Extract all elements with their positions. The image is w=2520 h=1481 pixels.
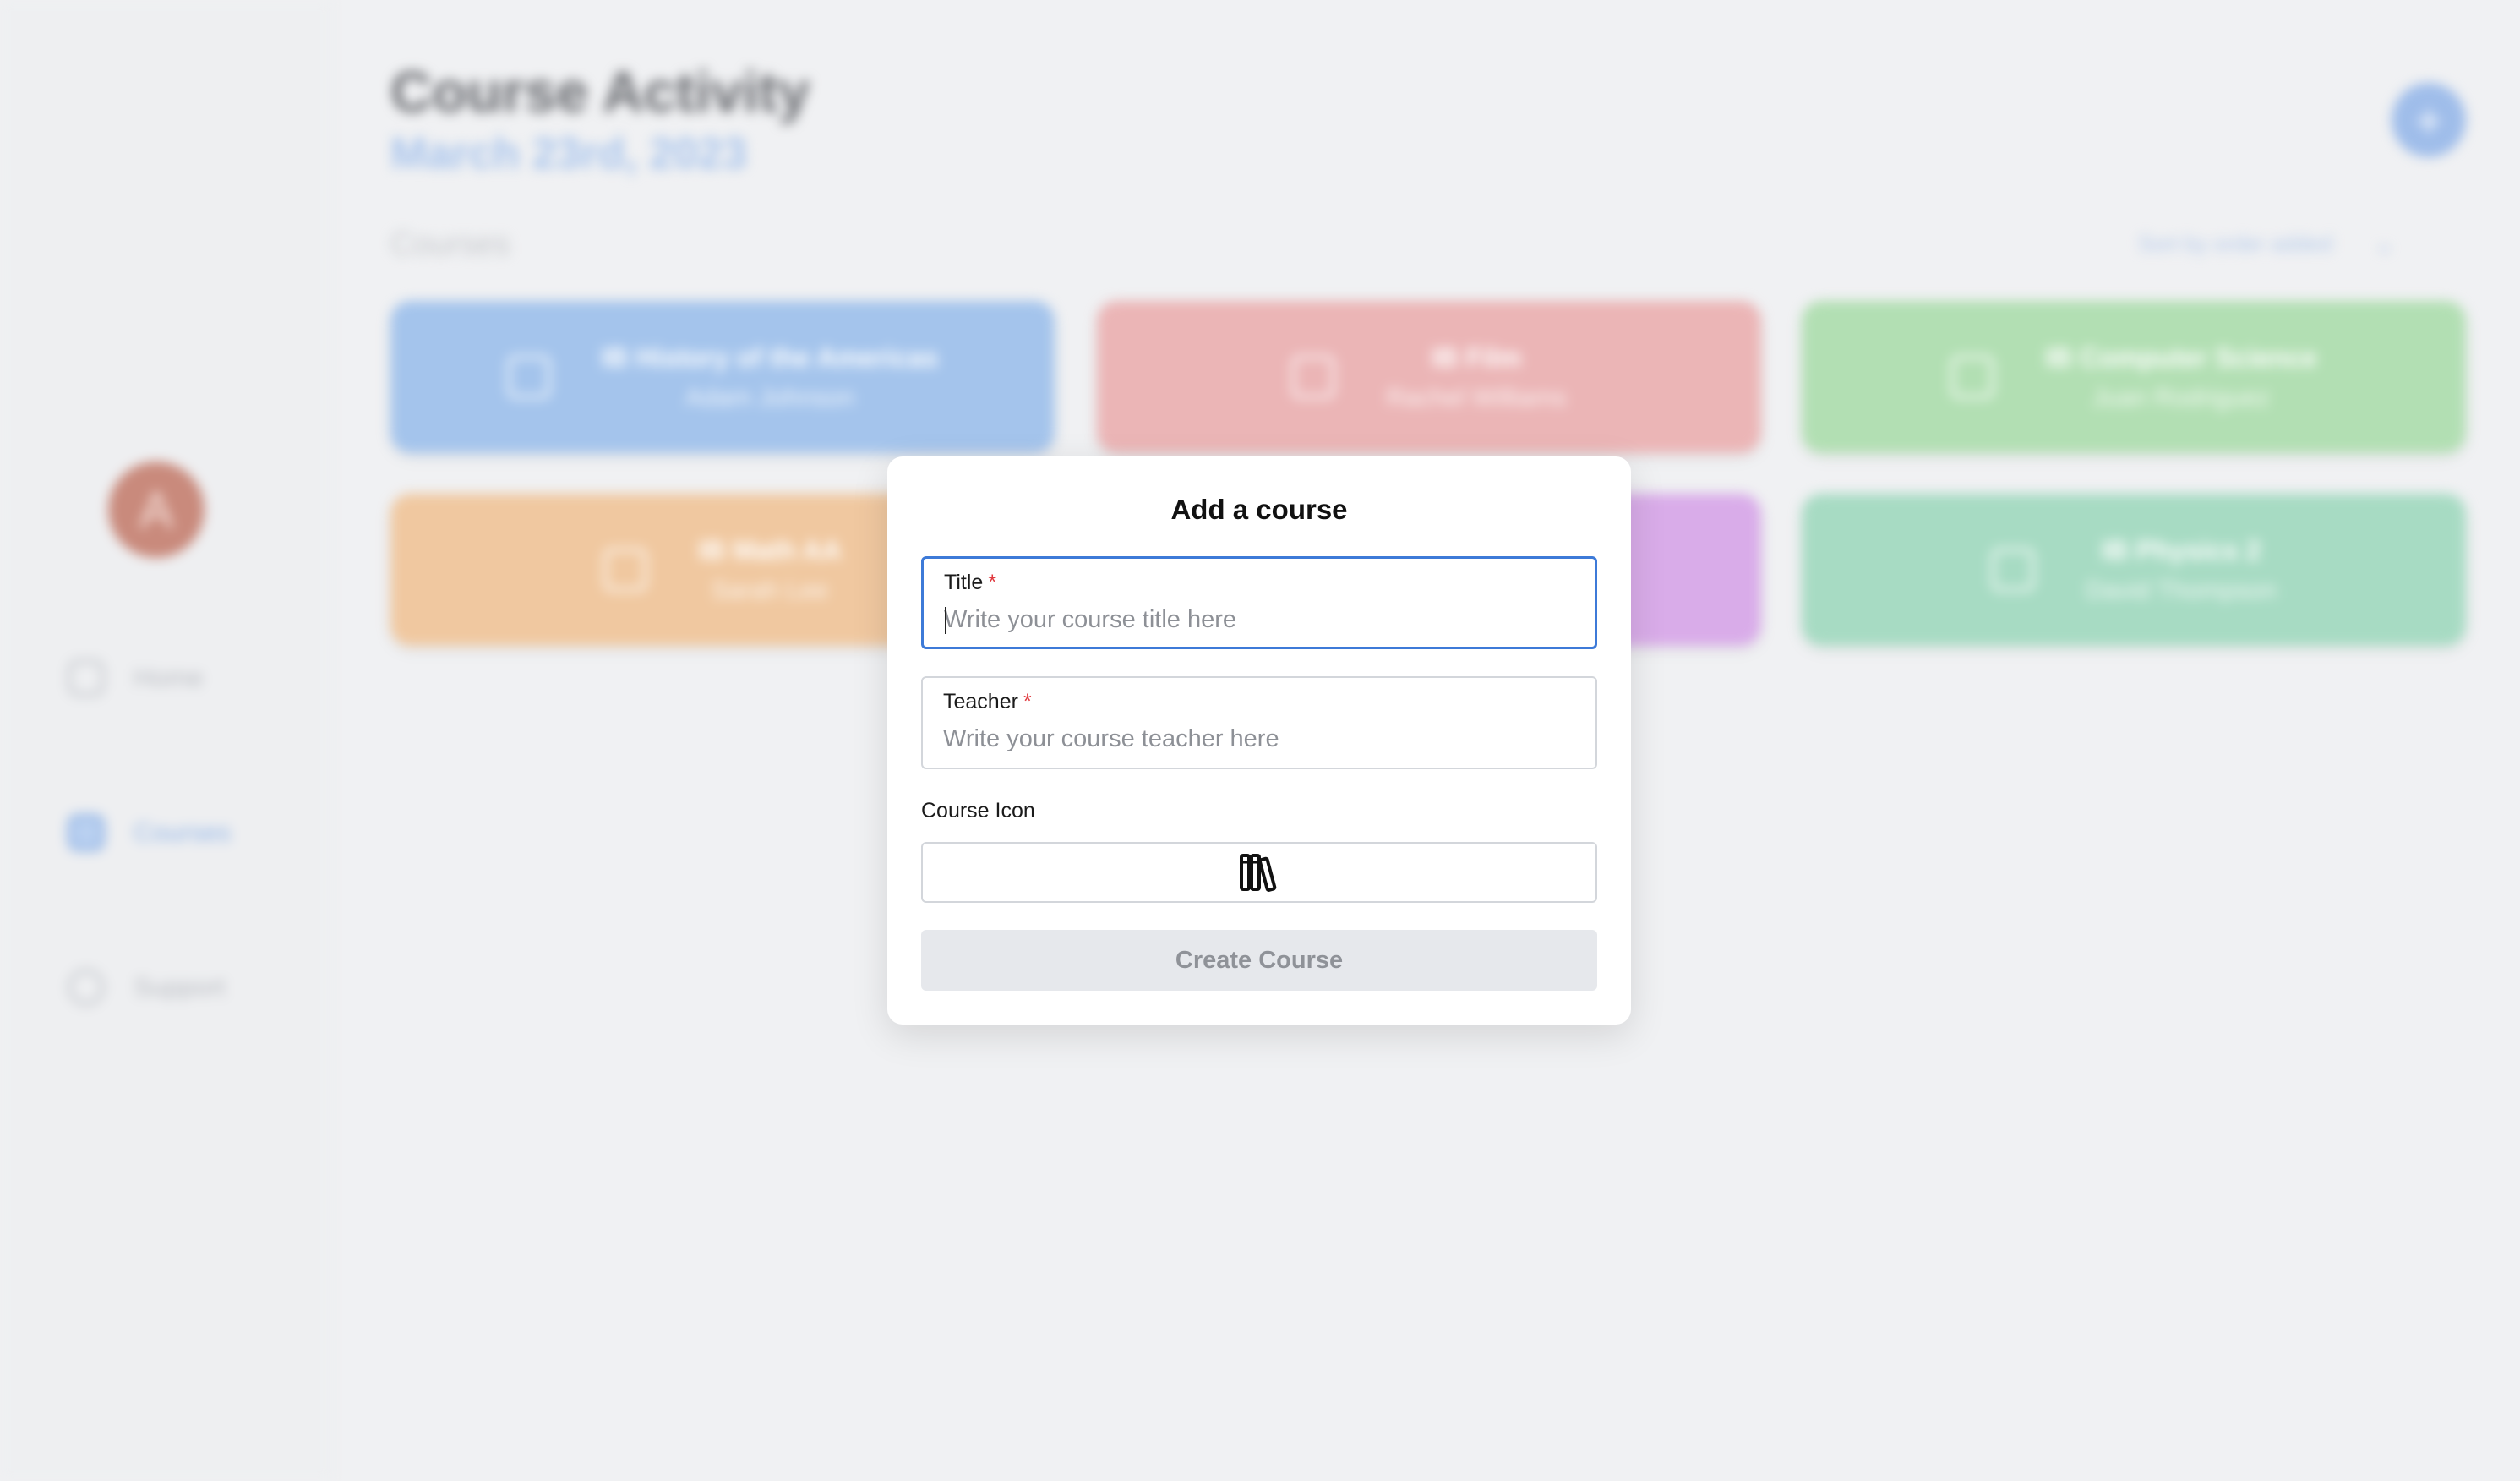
course-name: IB Physics 2 — [2101, 534, 2261, 566]
home-icon — [68, 659, 105, 697]
required-mark: * — [1023, 690, 1032, 713]
course-name: IB Math AA — [698, 534, 842, 566]
course-card-text: IB Computer Science Juan Rodriguez — [2045, 342, 2317, 413]
text-caret — [945, 607, 946, 634]
film-icon — [1291, 355, 1336, 399]
books-icon — [1240, 854, 1277, 892]
courses-section-label: Courses — [390, 227, 510, 262]
math-icon — [603, 548, 648, 592]
sidebar-item-courses[interactable]: Courses — [68, 807, 231, 858]
course-teacher: Rachel Williams — [1386, 383, 1567, 412]
course-teacher: Adam Johnson — [685, 383, 855, 412]
add-course-modal: Add a course Title* Teacher* Course Icon… — [887, 456, 1631, 1025]
calendar-icon — [1990, 548, 2035, 592]
title-field[interactable]: Title * — [921, 556, 1597, 649]
course-teacher: David Thompson — [2085, 576, 2277, 604]
image-icon — [506, 355, 551, 399]
chat-icon — [68, 969, 105, 1006]
sidebar-item-label: Courses — [134, 817, 232, 847]
course-card[interactable]: IB History of the Americas Adam Johnson — [390, 301, 1055, 453]
title-field-label: Title * — [944, 571, 996, 595]
course-icon-picker[interactable] — [921, 842, 1597, 903]
course-icon-label: Course Icon — [921, 799, 1035, 822]
title-label-text: Title — [944, 571, 984, 594]
computer-icon — [1950, 355, 1995, 399]
course-teacher: Juan Rodriguez — [2092, 383, 2271, 412]
course-name: IB Computer Science — [2045, 342, 2317, 373]
modal-title: Add a course — [1170, 494, 1348, 525]
create-course-button[interactable]: Create Course — [921, 930, 1597, 991]
course-name: IB History of the Americas — [601, 342, 939, 373]
teacher-input[interactable] — [943, 722, 1568, 756]
chevron-down-icon: ⌄ — [2374, 231, 2395, 257]
teacher-field-label: Teacher * — [943, 690, 1032, 714]
course-card[interactable]: IB Physics 2 David Thompson — [1802, 494, 2466, 646]
course-card[interactable]: IB Computer Science Juan Rodriguez — [1802, 301, 2466, 453]
sort-label: Sort by order added — [2138, 231, 2332, 256]
sidebar-item-label: Home — [134, 663, 204, 692]
course-card-text: IB Physics 2 David Thompson — [2086, 535, 2277, 605]
course-card[interactable]: IB Film Rachel Williams — [1097, 301, 1761, 453]
avatar[interactable]: A — [108, 462, 205, 558]
sidebar-item-home[interactable]: Home — [68, 653, 204, 703]
course-card-text: IB Film Rachel Williams — [1386, 342, 1566, 413]
add-course-button[interactable]: + — [2392, 83, 2466, 157]
course-card-text: IB Math AA Sarah Lee — [698, 535, 841, 605]
sidebar: A Home Courses Support — [0, 0, 331, 1481]
course-teacher: Sarah Lee — [711, 576, 829, 604]
sidebar-item-support[interactable]: Support — [68, 962, 226, 1013]
teacher-field[interactable]: Teacher * — [921, 676, 1597, 769]
teacher-label-text: Teacher — [943, 690, 1018, 713]
page-title: Course Activity — [390, 60, 810, 124]
title-input[interactable] — [944, 603, 1569, 637]
courses-icon — [68, 814, 105, 851]
sidebar-item-label: Support — [134, 972, 226, 1002]
course-name: IB Film — [1431, 342, 1522, 373]
sort-dropdown[interactable]: Sort by order added ⌄ — [2138, 230, 2394, 258]
required-mark: * — [988, 571, 997, 594]
page-date: March 23rd, 2023 — [390, 129, 748, 178]
course-card-text: IB History of the Americas Adam Johnson — [602, 342, 939, 413]
